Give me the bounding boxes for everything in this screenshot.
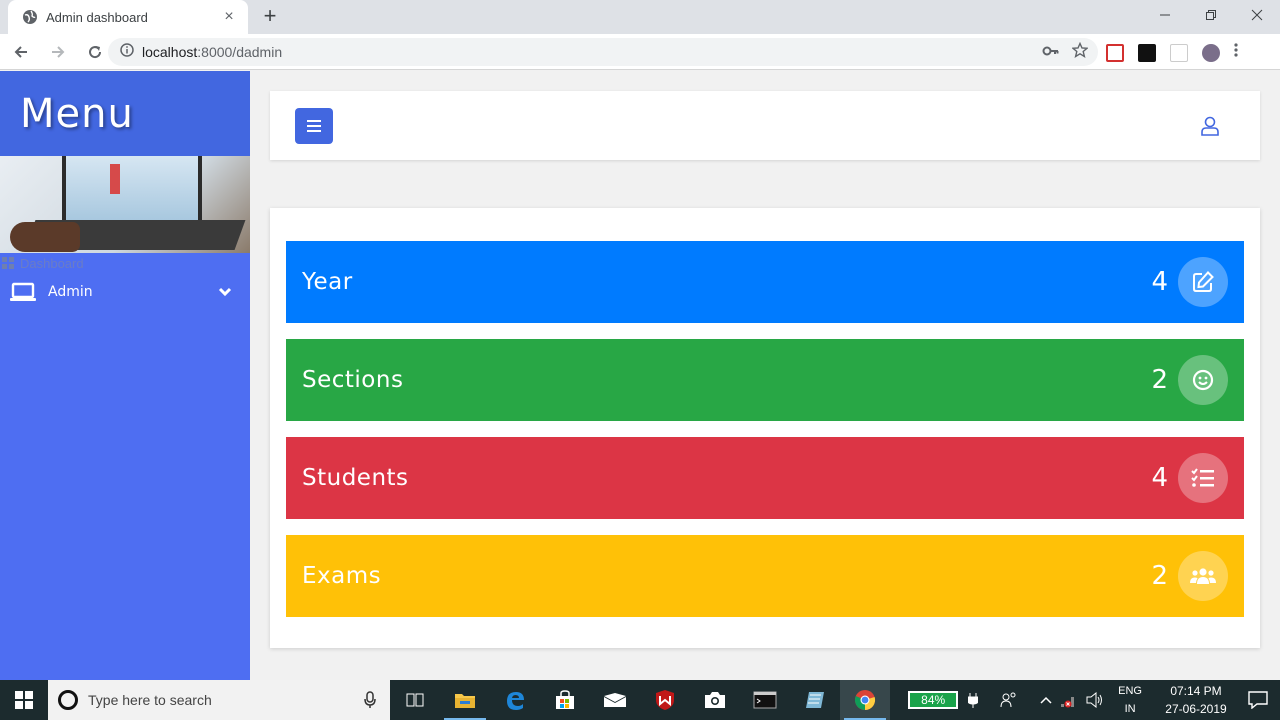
mail-icon[interactable]: [590, 680, 640, 720]
dashboard-crumb[interactable]: Dashboard: [0, 253, 250, 273]
browser-tab[interactable]: Admin dashboard ×: [8, 0, 248, 34]
store-icon[interactable]: [540, 680, 590, 720]
clock[interactable]: 07:14 PM 27-06-2019: [1156, 682, 1236, 718]
user-icon[interactable]: [1198, 114, 1222, 138]
cortana-icon: [58, 690, 78, 710]
browser-tab-bar: Admin dashboard × +: [0, 0, 1280, 34]
sidebar-title: Menu: [20, 90, 134, 137]
clock-date: 27-06-2019: [1165, 702, 1227, 716]
reload-icon[interactable]: [79, 36, 111, 68]
ebay-icon[interactable]: [1170, 43, 1188, 62]
pocket-icon[interactable]: [1106, 43, 1124, 62]
profile-avatar[interactable]: [1202, 43, 1220, 62]
dashboard-label: Dashboard: [20, 255, 84, 271]
taskbar: Type here to search 84% ENG IN 07:14 PM …: [0, 680, 1280, 720]
sidebar-item-label: Admin: [48, 284, 93, 300]
minimize-icon[interactable]: [1142, 0, 1188, 30]
address-bar[interactable]: localhost:8000/dadmin: [108, 38, 1098, 66]
task-view-icon[interactable]: [390, 680, 440, 720]
laptop-icon: [10, 282, 36, 302]
star-icon[interactable]: [1071, 41, 1089, 63]
file-explorer-icon[interactable]: [440, 680, 490, 720]
stat-count: 2: [1151, 561, 1168, 591]
globe-icon: [22, 9, 38, 25]
sidebar-header: Menu: [0, 71, 250, 156]
stat-students[interactable]: Students 4: [286, 437, 1244, 519]
stat-label: Students: [302, 465, 409, 491]
smile-icon: [1178, 355, 1228, 405]
lang-top: ENG: [1118, 685, 1142, 697]
sidebar: Menu Dashboard Admin: [0, 71, 250, 680]
taskbar-search[interactable]: Type here to search: [48, 680, 390, 720]
info-icon[interactable]: [120, 42, 134, 62]
plug-icon: [968, 692, 979, 708]
more-menu-icon[interactable]: [1234, 42, 1238, 63]
top-navbar: [270, 91, 1260, 160]
edit-icon: [1178, 257, 1228, 307]
hamburger-icon: [307, 120, 321, 132]
restore-icon[interactable]: [1188, 0, 1234, 30]
url-host: localhost: [142, 44, 198, 60]
language-indicator[interactable]: ENG IN: [1118, 682, 1142, 718]
new-tab-button[interactable]: +: [258, 5, 282, 29]
terminal-ext-icon[interactable]: [1138, 43, 1156, 62]
forward-icon[interactable]: [42, 36, 74, 68]
chevron-up-icon[interactable]: [1040, 696, 1052, 704]
stat-count: 2: [1151, 365, 1168, 395]
browser-toolbar: localhost:8000/dadmin: [0, 34, 1280, 70]
network-icon[interactable]: [1060, 692, 1078, 708]
stat-label: Year: [302, 269, 353, 295]
lang-bottom: IN: [1124, 703, 1136, 715]
stat-exams[interactable]: Exams 2: [286, 535, 1244, 617]
stat-count: 4: [1151, 267, 1168, 297]
sidebar-banner-image: [0, 156, 250, 253]
camera-icon[interactable]: [690, 680, 740, 720]
terminal-icon[interactable]: [740, 680, 790, 720]
notes-app-icon[interactable]: [790, 680, 840, 720]
system-tray: 84% ENG IN 07:14 PM 27-06-2019: [908, 680, 1280, 720]
tab-close-icon[interactable]: ×: [220, 8, 238, 26]
tab-title: Admin dashboard: [46, 9, 148, 25]
grid-icon: [2, 257, 14, 269]
clock-time: 07:14 PM: [1170, 684, 1222, 698]
windows-start-icon[interactable]: [0, 680, 48, 720]
window-controls: [1142, 0, 1280, 30]
chrome-icon[interactable]: [840, 680, 890, 720]
stat-label: Exams: [302, 563, 382, 589]
search-placeholder: Type here to search: [88, 692, 212, 708]
close-window-icon[interactable]: [1234, 0, 1280, 30]
sidebar-item-admin[interactable]: Admin: [0, 273, 250, 311]
back-icon[interactable]: [5, 36, 37, 68]
users-icon: [1178, 551, 1228, 601]
chevron-down-icon[interactable]: [218, 287, 232, 297]
url-path: :8000/dadmin: [197, 44, 283, 60]
menu-toggle-button[interactable]: [295, 108, 333, 144]
list-check-icon: [1178, 453, 1228, 503]
battery-indicator[interactable]: 84%: [908, 691, 959, 709]
edge-icon[interactable]: [490, 680, 540, 720]
mcafee-icon[interactable]: [640, 680, 690, 720]
volume-icon[interactable]: [1086, 692, 1104, 708]
key-icon[interactable]: [1042, 44, 1060, 62]
dashboard-card: Year 4 Sections 2 Students 4 Exams 2: [270, 208, 1260, 648]
stat-label: Sections: [302, 367, 404, 393]
stat-year[interactable]: Year 4: [286, 241, 1244, 323]
stat-sections[interactable]: Sections 2: [286, 339, 1244, 421]
extensions: [1106, 42, 1238, 63]
notification-icon[interactable]: [1236, 680, 1280, 720]
stat-count: 4: [1151, 463, 1168, 493]
microphone-icon[interactable]: [364, 691, 376, 709]
people-icon[interactable]: [1000, 692, 1018, 708]
